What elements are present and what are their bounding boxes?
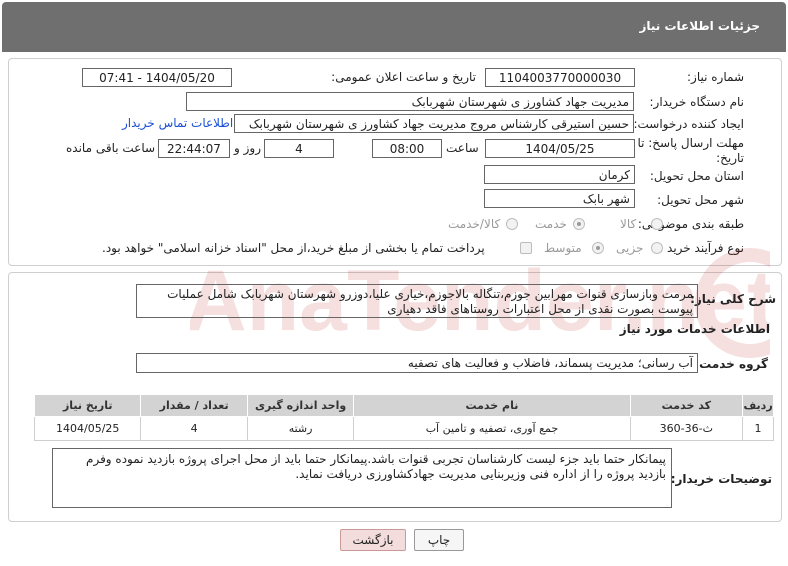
- deadline-time-label: ساعت: [446, 141, 479, 155]
- process-minor-radio[interactable]: [651, 242, 663, 254]
- summary-label: شرح کلی نیاز:: [690, 292, 776, 306]
- category-goods-label: کالا: [620, 217, 637, 231]
- service-name-cell: جمع آوری، تصفیه و تامین آب: [353, 416, 631, 441]
- treasury-note: پرداخت تمام یا بخشی از مبلغ خرید،از محل …: [102, 241, 485, 255]
- back-button[interactable]: بازگشت: [340, 529, 406, 551]
- need-details-panel: [8, 58, 782, 266]
- need-date-cell: 1404/05/25: [33, 416, 142, 441]
- col-name-header: نام خدمت: [353, 394, 631, 417]
- category-service-radio[interactable]: [573, 218, 585, 230]
- services-table-header: ردیف کد خدمت نام خدمت واحد اندازه گیری ت…: [33, 394, 774, 417]
- summary-textarea[interactable]: مرمت وبازسازی قنوات مهرابین جوزم،تنگاله …: [136, 284, 698, 318]
- category-service-label: خدمت: [535, 217, 567, 231]
- creator-label: ایجاد کننده درخواست:: [633, 117, 744, 131]
- service-group-label: گروه خدمت:: [694, 357, 768, 371]
- services-section-title: اطلاعات خدمات مورد نیاز: [619, 322, 770, 336]
- deadline-time-field: 08:00: [372, 139, 442, 158]
- remaining-time-label: ساعت باقی مانده: [66, 141, 156, 155]
- days-remaining-field: 4: [264, 139, 334, 158]
- col-date-header: تاریخ نیاز: [33, 394, 142, 417]
- deadline-label-line1: مهلت ارسال پاسخ: تا: [637, 136, 744, 150]
- need-number-field: 1104003770000030: [485, 68, 635, 87]
- remaining-time-field: 22:44:07: [158, 139, 230, 158]
- announce-date-field: 1404/05/20 - 07:41: [82, 68, 232, 87]
- process-medium-radio[interactable]: [592, 242, 604, 254]
- services-table: ردیف کد خدمت نام خدمت واحد اندازه گیری ت…: [33, 394, 774, 441]
- province-label: استان محل تحویل:: [649, 169, 744, 183]
- deadline-date-field: 1404/05/25: [485, 139, 635, 158]
- col-row-header: ردیف: [742, 394, 774, 417]
- category-goods-radio[interactable]: [651, 218, 663, 230]
- category-goods-service-label: کالا/خدمت: [448, 217, 501, 231]
- buyer-org-field: مدیریت جهاد کشاورز ی شهرستان شهربابک: [186, 92, 634, 111]
- category-goods-service-radio[interactable]: [506, 218, 518, 230]
- buyer-notes-textarea[interactable]: پیمانکار حتما باید جزء لیست کارشناسان تج…: [52, 448, 672, 508]
- col-code-header: کد خدمت: [629, 394, 744, 417]
- city-label: شهر محل تحویل:: [657, 193, 744, 207]
- days-label: روز و: [234, 141, 261, 155]
- city-field: شهر بابک: [484, 189, 635, 208]
- service-code-cell: ث-36-360: [629, 416, 744, 441]
- col-qty-header: تعداد / مقدار: [140, 394, 248, 417]
- print-button[interactable]: چاپ: [414, 529, 464, 551]
- province-field: کرمان: [484, 165, 635, 184]
- service-group-field: آب رسانی؛ مدیریت پسماند، فاضلاب و فعالیت…: [136, 353, 698, 373]
- col-unit-header: واحد اندازه گیری: [246, 394, 355, 417]
- process-label: نوع فرآیند خرید :: [659, 241, 744, 255]
- table-row: 1 ث-36-360 جمع آوری، تصفیه و تامین آب رش…: [33, 416, 774, 441]
- announce-date-label: تاریخ و ساعت اعلان عمومی:: [331, 70, 476, 84]
- buyer-notes-label: توضیحات خریدار:: [670, 472, 772, 486]
- treasury-checkbox[interactable]: [520, 242, 532, 254]
- page-header: جزئیات اطلاعات نیاز: [2, 2, 786, 52]
- process-minor-label: جزیی: [616, 241, 644, 255]
- quantity-cell: 4: [140, 416, 248, 441]
- unit-cell: رشته: [246, 416, 355, 441]
- row-index-cell: 1: [742, 416, 774, 441]
- buyer-org-label: نام دستگاه خریدار:: [649, 95, 745, 109]
- process-medium-label: متوسط: [544, 241, 582, 255]
- buyer-contact-link[interactable]: اطلاعات تماس خریدار: [122, 116, 233, 130]
- need-number-label: شماره نیاز:: [687, 70, 744, 84]
- deadline-label-line2: تاریخ:: [716, 151, 744, 165]
- creator-field: حسین استیرقی کارشناس مروج مدیریت جهاد کش…: [234, 114, 634, 133]
- page-title: جزئیات اطلاعات نیاز: [639, 19, 760, 33]
